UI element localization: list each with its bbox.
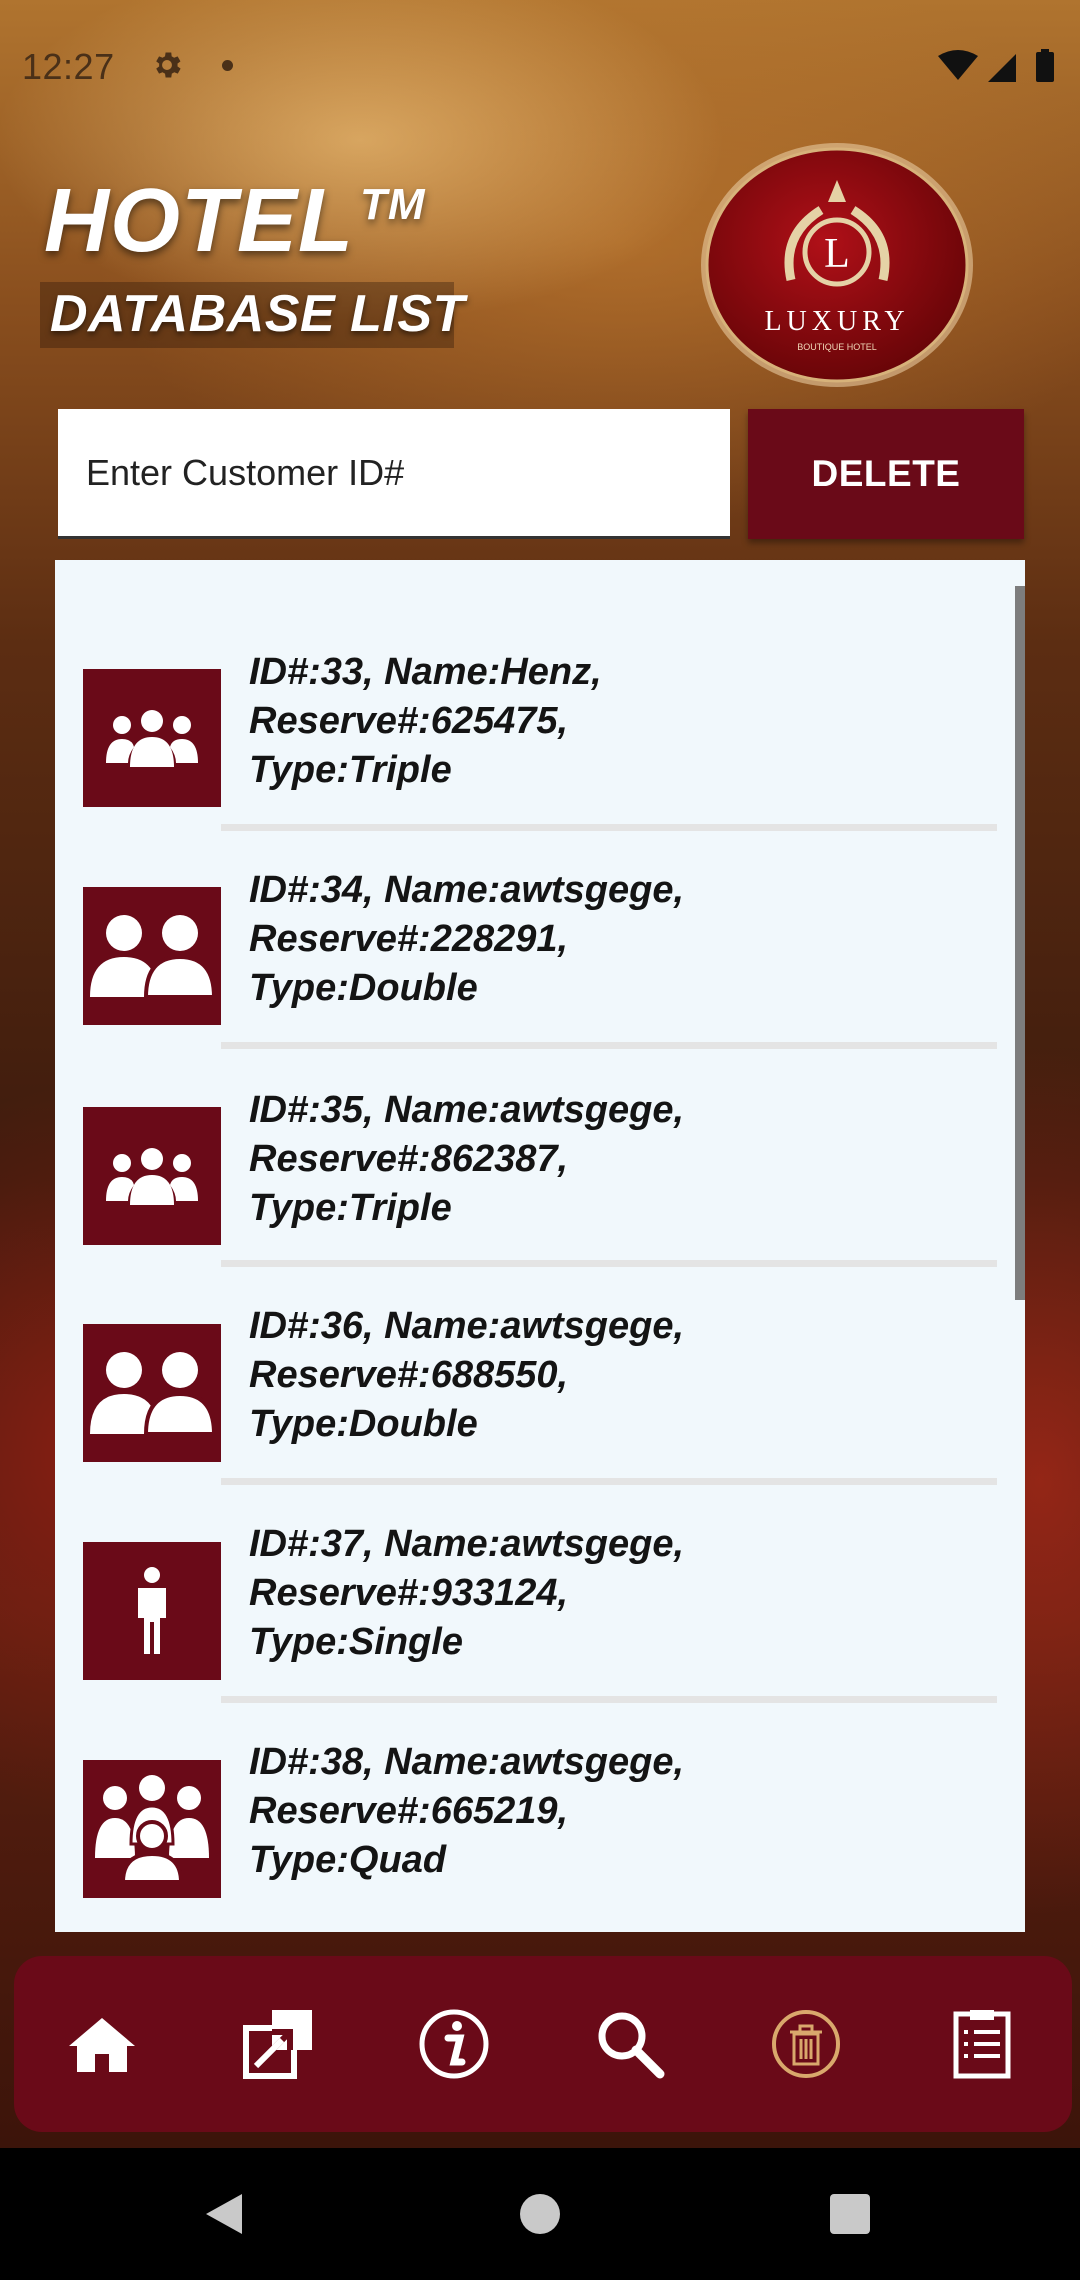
back-icon[interactable] — [204, 2192, 244, 2236]
logo-name: LUXURY — [764, 306, 909, 337]
info-icon[interactable] — [418, 2008, 490, 2080]
battery-icon — [1036, 52, 1054, 82]
signal-icon — [988, 54, 1016, 82]
recent-apps-icon[interactable] — [830, 2194, 870, 2234]
list-item[interactable]: ID#:36, Name:awtsgege, Reserve#:688550, Ty… — [55, 1214, 1015, 1485]
page-subtitle: DATABASE LIST — [50, 285, 465, 343]
luxury-hotel-logo: L LUXURY BOUTIQUE HOTEL — [701, 143, 973, 387]
system-nav-bar — [0, 2148, 1080, 2280]
system-status-icons — [938, 49, 1054, 82]
search-icon[interactable] — [594, 2008, 666, 2080]
bottom-nav — [14, 1956, 1072, 2132]
list-item[interactable]: ID#:38, Name:awtsgege, Reserve#:665219, Ty… — [55, 1650, 1015, 1898]
delete-button[interactable]: DELETE — [748, 409, 1024, 539]
status-bar: 12:27 — [0, 0, 1080, 134]
customer-id-input[interactable] — [58, 409, 730, 539]
notification-dot-icon — [222, 60, 233, 71]
list-item[interactable]: ID#:35, Name:awtsgege, Reserve#:862387, Ty… — [55, 996, 1015, 1267]
customer-details: ID#:34, Name:awtsgege, Reserve#:228291, Ty… — [249, 869, 685, 1009]
status-time: 12:27 — [22, 46, 115, 87]
list-item[interactable]: ID#:37, Name:awtsgege, Reserve#:933124, Ty… — [55, 1432, 1015, 1703]
app-title: HOTEL TM — [44, 171, 426, 271]
customer-list[interactable]: ID#:33, Name:Henz, Reserve#:625475, Type:T… — [55, 560, 1025, 1932]
list-scrollbar[interactable] — [1015, 586, 1025, 1300]
logo-letter: L — [824, 231, 850, 277]
customer-details: ID#:35, Name:awtsgege, Reserve#:862387, Ty… — [249, 1089, 685, 1229]
customer-details: ID#:33, Name:Henz, Reserve#:625475, Type:T… — [249, 651, 602, 791]
list-item[interactable]: ID#:33, Name:Henz, Reserve#:625475, Type:T… — [55, 560, 1015, 831]
customer-details: ID#:38, Name:awtsgege, Reserve#:665219, Ty… — [249, 1741, 685, 1881]
checklist-icon[interactable] — [946, 2008, 1018, 2080]
logo-tagline: BOUTIQUE HOTEL — [797, 342, 877, 352]
group-of-four-icon — [83, 1760, 221, 1898]
settings-gear-icon — [156, 52, 181, 78]
external-link-icon[interactable] — [242, 2008, 314, 2080]
home-icon[interactable] — [66, 2008, 138, 2080]
trash-icon[interactable] — [770, 2008, 842, 2080]
wifi-icon — [938, 50, 978, 80]
customer-details: ID#:36, Name:awtsgege, Reserve#:688550, Ty… — [249, 1305, 685, 1445]
trademark-mark: TM — [359, 180, 426, 229]
customer-details: ID#:37, Name:awtsgege, Reserve#:933124, Ty… — [249, 1523, 685, 1663]
list-item[interactable]: ID#:34, Name:awtsgege, Reserve#:228291, Ty… — [55, 778, 1015, 1049]
home-circle-icon[interactable] — [520, 2194, 560, 2234]
